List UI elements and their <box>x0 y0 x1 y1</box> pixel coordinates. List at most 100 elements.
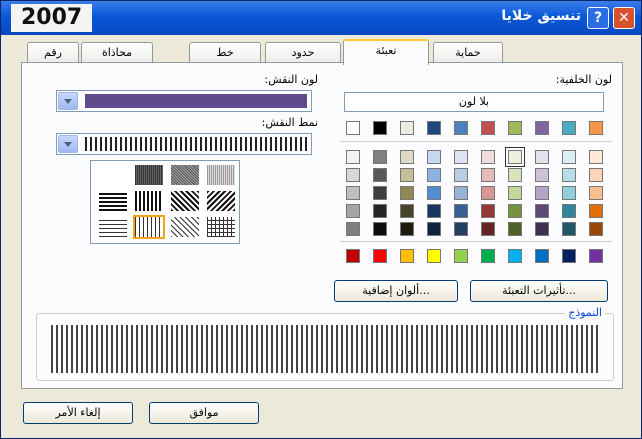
pattern-option[interactable] <box>171 165 199 185</box>
shade-color-swatch[interactable] <box>427 204 441 218</box>
theme-color-swatch[interactable] <box>481 121 495 135</box>
theme-color-swatch[interactable] <box>454 121 468 135</box>
theme-color-swatch[interactable] <box>346 121 360 135</box>
shade-color-swatch[interactable] <box>562 222 576 236</box>
shade-color-swatch[interactable] <box>508 222 522 236</box>
pattern-option[interactable] <box>207 191 235 211</box>
close-button[interactable]: ✕ <box>613 7 635 29</box>
theme-color-swatch[interactable] <box>589 121 603 135</box>
shade-color-swatch[interactable] <box>373 186 387 200</box>
theme-color-swatch[interactable] <box>427 121 441 135</box>
shade-color-swatch[interactable] <box>562 168 576 182</box>
theme-color-swatch[interactable] <box>400 121 414 135</box>
fill-effects-button[interactable]: تأثيرات التعبئة... <box>470 280 608 302</box>
help-button[interactable]: ? <box>587 7 609 29</box>
standard-color-swatch[interactable] <box>400 249 414 263</box>
shade-color-swatch[interactable] <box>589 204 603 218</box>
shade-color-swatch[interactable] <box>454 186 468 200</box>
pattern-option[interactable] <box>99 217 127 237</box>
shade-color-swatch[interactable] <box>535 168 549 182</box>
theme-color-swatch[interactable] <box>535 121 549 135</box>
shade-color-swatch[interactable] <box>589 168 603 182</box>
shade-color-swatch[interactable] <box>535 204 549 218</box>
more-colors-button[interactable]: ألوان إضافية... <box>334 280 458 302</box>
shade-color-swatch[interactable] <box>346 222 360 236</box>
tab-number[interactable]: رقم <box>27 42 79 64</box>
pattern-option[interactable] <box>99 165 127 185</box>
shade-color-swatch[interactable] <box>481 186 495 200</box>
shade-color-swatch[interactable] <box>427 186 441 200</box>
chevron-down-icon[interactable] <box>58 92 78 110</box>
cancel-button[interactable]: إلغاء الأمر <box>23 402 133 424</box>
shade-color-swatch[interactable] <box>454 222 468 236</box>
shade-color-swatch[interactable] <box>535 222 549 236</box>
pattern-style-dropdown[interactable] <box>56 133 312 155</box>
tab-font[interactable]: خط <box>189 42 261 64</box>
pattern-option[interactable] <box>135 165 163 185</box>
shade-color-swatch[interactable] <box>400 222 414 236</box>
shade-color-swatch[interactable] <box>454 204 468 218</box>
theme-color-swatch[interactable] <box>373 121 387 135</box>
shade-color-swatch[interactable] <box>508 168 522 182</box>
shade-color-swatch[interactable] <box>373 222 387 236</box>
chevron-down-icon[interactable] <box>58 135 78 153</box>
standard-color-swatch[interactable] <box>481 249 495 263</box>
shade-color-swatch[interactable] <box>400 150 414 164</box>
title-bar[interactable]: 2007 تنسيق خلايا ? ✕ <box>1 1 641 35</box>
pattern-option[interactable] <box>171 217 199 237</box>
pattern-option[interactable] <box>135 191 163 211</box>
standard-color-swatch[interactable] <box>454 249 468 263</box>
shade-color-swatch[interactable] <box>505 147 525 167</box>
shade-color-swatch[interactable] <box>535 186 549 200</box>
shade-color-swatch[interactable] <box>373 150 387 164</box>
shade-color-swatch[interactable] <box>481 150 495 164</box>
tab-fill[interactable]: تعبئة <box>343 39 429 65</box>
standard-color-swatch[interactable] <box>562 249 576 263</box>
tab-protection[interactable]: حماية <box>433 42 503 64</box>
shade-color-swatch[interactable] <box>481 204 495 218</box>
shade-color-swatch[interactable] <box>481 168 495 182</box>
pattern-color-dropdown[interactable] <box>56 90 312 112</box>
tab-border[interactable]: حدود <box>265 42 341 64</box>
shade-color-swatch[interactable] <box>589 222 603 236</box>
standard-color-swatch[interactable] <box>427 249 441 263</box>
pattern-option[interactable] <box>207 217 235 237</box>
standard-color-swatch[interactable] <box>508 249 522 263</box>
shade-color-swatch[interactable] <box>346 186 360 200</box>
tab-alignment[interactable]: محاذاة <box>81 42 153 64</box>
shade-color-swatch[interactable] <box>535 150 549 164</box>
shade-color-swatch[interactable] <box>373 204 387 218</box>
shade-color-swatch[interactable] <box>427 150 441 164</box>
shade-color-swatch[interactable] <box>454 150 468 164</box>
ok-button[interactable]: موافق <box>149 402 259 424</box>
no-color-button[interactable]: بلا لون <box>344 92 604 112</box>
shade-color-swatch[interactable] <box>346 168 360 182</box>
shade-color-swatch[interactable] <box>427 168 441 182</box>
standard-color-swatch[interactable] <box>535 249 549 263</box>
shade-color-swatch[interactable] <box>427 222 441 236</box>
shade-color-swatch[interactable] <box>400 168 414 182</box>
shade-color-swatch[interactable] <box>481 222 495 236</box>
shade-color-swatch[interactable] <box>562 204 576 218</box>
shade-color-swatch[interactable] <box>454 168 468 182</box>
shade-color-swatch[interactable] <box>400 204 414 218</box>
pattern-option[interactable] <box>171 191 199 211</box>
pattern-option[interactable] <box>207 165 235 185</box>
shade-color-swatch[interactable] <box>373 168 387 182</box>
shade-color-swatch[interactable] <box>589 186 603 200</box>
shade-color-swatch[interactable] <box>346 150 360 164</box>
shade-color-swatch[interactable] <box>589 150 603 164</box>
standard-color-swatch[interactable] <box>373 249 387 263</box>
pattern-option-selected[interactable] <box>133 215 165 239</box>
shade-color-swatch[interactable] <box>562 150 576 164</box>
standard-color-swatch[interactable] <box>589 249 603 263</box>
standard-color-swatch[interactable] <box>346 249 360 263</box>
shade-color-swatch[interactable] <box>346 204 360 218</box>
theme-color-swatch[interactable] <box>508 121 522 135</box>
shade-color-swatch[interactable] <box>562 186 576 200</box>
shade-color-swatch[interactable] <box>400 186 414 200</box>
shade-color-swatch[interactable] <box>508 186 522 200</box>
shade-color-swatch[interactable] <box>508 204 522 218</box>
theme-color-swatch[interactable] <box>562 121 576 135</box>
pattern-option[interactable] <box>99 191 127 211</box>
